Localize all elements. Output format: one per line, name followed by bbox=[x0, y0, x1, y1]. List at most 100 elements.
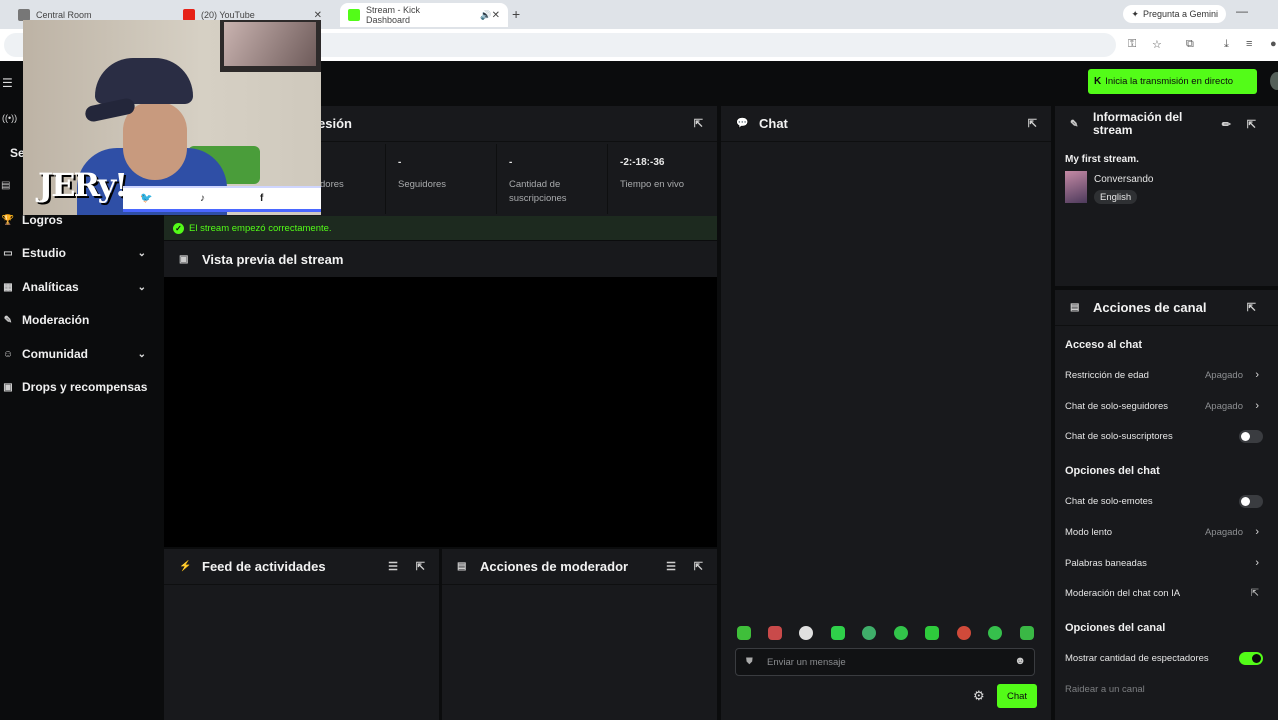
sidebar-item-label: Drops y recompensas bbox=[22, 380, 148, 394]
row-label: Modo lento bbox=[1065, 526, 1113, 538]
row-label: Chat de solo-seguidores bbox=[1065, 400, 1168, 412]
edit-pencil-icon[interactable]: ✏ bbox=[1222, 118, 1231, 131]
kick-logo-icon: K bbox=[1094, 76, 1102, 87]
section-title-channel-options: Opciones del canal bbox=[1065, 622, 1166, 634]
go-live-button[interactable]: K Inicia la transmisión en directo bbox=[1088, 69, 1257, 94]
lightning-icon: ⚡ bbox=[179, 561, 192, 572]
filter-icon[interactable]: ☰ bbox=[666, 560, 676, 573]
close-tab-icon[interactable]: ✕ bbox=[492, 10, 500, 21]
stat-viewers: dores bbox=[320, 144, 386, 214]
emoji-icon[interactable]: ☻ bbox=[1014, 655, 1026, 667]
row-label: Mostrar cantidad de espectadores bbox=[1065, 652, 1209, 664]
studio-icon: ▭ bbox=[3, 247, 13, 259]
stat-label: dores bbox=[320, 179, 344, 190]
wrench-icon: ✎ bbox=[3, 314, 13, 326]
bookmark-star-icon[interactable]: ☆ bbox=[1152, 38, 1162, 51]
customize-icon[interactable]: ≡ bbox=[1246, 38, 1252, 50]
popout-icon[interactable]: ⇱ bbox=[1247, 118, 1256, 131]
sidebar-item-label: Estudio bbox=[22, 246, 66, 260]
webcam-tv-screen bbox=[224, 22, 316, 66]
stream-preview-header: ▣ Vista previa del stream bbox=[164, 241, 717, 277]
emote-icon[interactable] bbox=[737, 626, 751, 640]
popout-icon[interactable]: ⇱ bbox=[1028, 117, 1037, 130]
preview-icon: ▣ bbox=[179, 253, 189, 265]
filter-icon[interactable]: ☰ bbox=[388, 560, 398, 573]
channel-actions-title: Acciones de canal bbox=[1093, 300, 1207, 315]
emote-icon[interactable] bbox=[862, 626, 876, 640]
stream-preview-video[interactable] bbox=[164, 277, 717, 547]
chevron-down-icon[interactable]: ⌄ bbox=[138, 248, 146, 259]
stat-label: Seguidores bbox=[398, 179, 447, 190]
broadcast-icon[interactable]: ((•)) bbox=[2, 113, 17, 123]
emote-icon[interactable] bbox=[894, 626, 908, 640]
chevron-down-icon[interactable]: ⌄ bbox=[138, 349, 146, 360]
new-tab-icon[interactable]: + bbox=[512, 6, 520, 22]
minimize-window-icon[interactable]: — bbox=[1236, 4, 1248, 18]
chevron-down-icon[interactable]: ⌄ bbox=[138, 282, 146, 293]
chevron-right-icon[interactable]: › bbox=[1255, 526, 1259, 538]
banner-text: El stream empezó correctamente. bbox=[189, 222, 332, 234]
followers-only-row[interactable]: Chat de solo-seguidores Apagado › bbox=[1065, 398, 1263, 414]
row-value: Apagado bbox=[1204, 526, 1243, 538]
popout-icon[interactable]: ⇱ bbox=[694, 117, 703, 130]
avatar[interactable] bbox=[1270, 72, 1278, 90]
gemini-button[interactable]: ✦ Pregunta a Gemini bbox=[1123, 5, 1226, 23]
stat-value: -2:-18:-36 bbox=[620, 157, 665, 168]
popout-icon[interactable]: ⇱ bbox=[694, 560, 703, 573]
profile-icon[interactable]: ● bbox=[1270, 38, 1277, 50]
emotes-only-toggle[interactable] bbox=[1239, 494, 1263, 508]
row-label: Chat de solo-suscriptores bbox=[1065, 430, 1173, 442]
age-restriction-row[interactable]: Restricción de edad Apagado › bbox=[1065, 367, 1263, 383]
close-tab-icon[interactable]: ✕ bbox=[314, 10, 322, 21]
chevron-right-icon[interactable]: › bbox=[1255, 369, 1259, 381]
category-thumbnail bbox=[1065, 171, 1087, 203]
stat-followers: - Seguidores bbox=[386, 144, 497, 214]
subscribers-only-toggle[interactable] bbox=[1239, 429, 1263, 443]
activity-feed-panel: ⚡ Feed de actividades ☰ ⇱ bbox=[164, 549, 439, 720]
gear-icon[interactable]: ⚙ bbox=[973, 688, 985, 704]
slow-mode-row[interactable]: Modo lento Apagado › bbox=[1065, 524, 1263, 540]
stream-preview-title: Vista previa del stream bbox=[202, 251, 344, 267]
emote-icon[interactable] bbox=[925, 626, 939, 640]
emote-icon[interactable] bbox=[831, 626, 845, 640]
emote-icon[interactable] bbox=[957, 626, 971, 640]
chat-bubble-icon: 💬 bbox=[736, 118, 749, 129]
webcam-person-face bbox=[123, 102, 187, 180]
chart-icon: ▤ bbox=[1, 180, 11, 191]
browser-tab-kick-dashboard[interactable]: Stream - Kick Dashboard 🔊 ✕ bbox=[340, 3, 508, 27]
sparkle-icon: ✦ bbox=[1131, 8, 1139, 19]
speaker-icon[interactable]: 🔊 bbox=[480, 10, 491, 21]
moderator-actions-panel: ▤ Acciones de moderador ☰ ⇱ bbox=[442, 549, 717, 720]
emote-icon[interactable] bbox=[799, 626, 813, 640]
stream-title-text: My first stream. bbox=[1065, 154, 1139, 165]
row-label: Raidear a un canal bbox=[1065, 683, 1145, 695]
sidebar-item-estudio[interactable]: ▭ Estudio ⌄ bbox=[0, 241, 162, 265]
show-viewer-count-toggle[interactable] bbox=[1239, 651, 1263, 665]
chat-message-input[interactable]: ⛊ Enviar un mensaje ☻ bbox=[735, 648, 1035, 676]
raid-channel-row[interactable]: Raidear a un canal bbox=[1065, 681, 1263, 697]
stat-label: Tiempo en vivo bbox=[620, 179, 685, 190]
key-icon[interactable]: ⚿ bbox=[1128, 38, 1136, 51]
channel-actions-header: ▤ Acciones de canal ⇱ bbox=[1055, 290, 1278, 326]
sidebar-item-moderacion[interactable]: ✎ Moderación bbox=[0, 308, 162, 332]
tab-label: Central Room bbox=[36, 10, 92, 20]
chevron-right-icon[interactable]: › bbox=[1255, 400, 1259, 412]
download-icon[interactable]: ⤓ bbox=[1224, 38, 1229, 51]
row-label: Restricción de edad bbox=[1065, 369, 1149, 381]
sidebar-item-drops[interactable]: ▣ Drops y recompensas bbox=[0, 375, 162, 399]
ai-moderation-row[interactable]: Moderación del chat con IA ⇱ bbox=[1065, 585, 1263, 601]
banned-words-row[interactable]: Palabras baneadas › bbox=[1065, 555, 1263, 571]
stream-info-header: ✎ Información del stream ✏ ⇱ bbox=[1055, 106, 1278, 142]
chat-send-button[interactable]: Chat bbox=[997, 684, 1037, 708]
extensions-icon[interactable]: ⧉ bbox=[1186, 38, 1194, 51]
popout-icon[interactable]: ⇱ bbox=[1247, 301, 1256, 314]
chevron-right-icon[interactable]: › bbox=[1255, 557, 1259, 569]
menu-icon[interactable]: ☰ bbox=[2, 76, 13, 90]
emote-icon[interactable] bbox=[768, 626, 782, 640]
emote-icon[interactable] bbox=[988, 626, 1002, 640]
emote-icon[interactable] bbox=[1020, 626, 1034, 640]
popout-icon[interactable]: ⇱ bbox=[416, 560, 425, 573]
sidebar-item-comunidad[interactable]: ☺ Comunidad ⌄ bbox=[0, 342, 162, 366]
external-link-icon[interactable]: ⇱ bbox=[1251, 588, 1259, 599]
sidebar-item-analiticas[interactable]: ▦ Analíticas ⌄ bbox=[0, 275, 162, 299]
